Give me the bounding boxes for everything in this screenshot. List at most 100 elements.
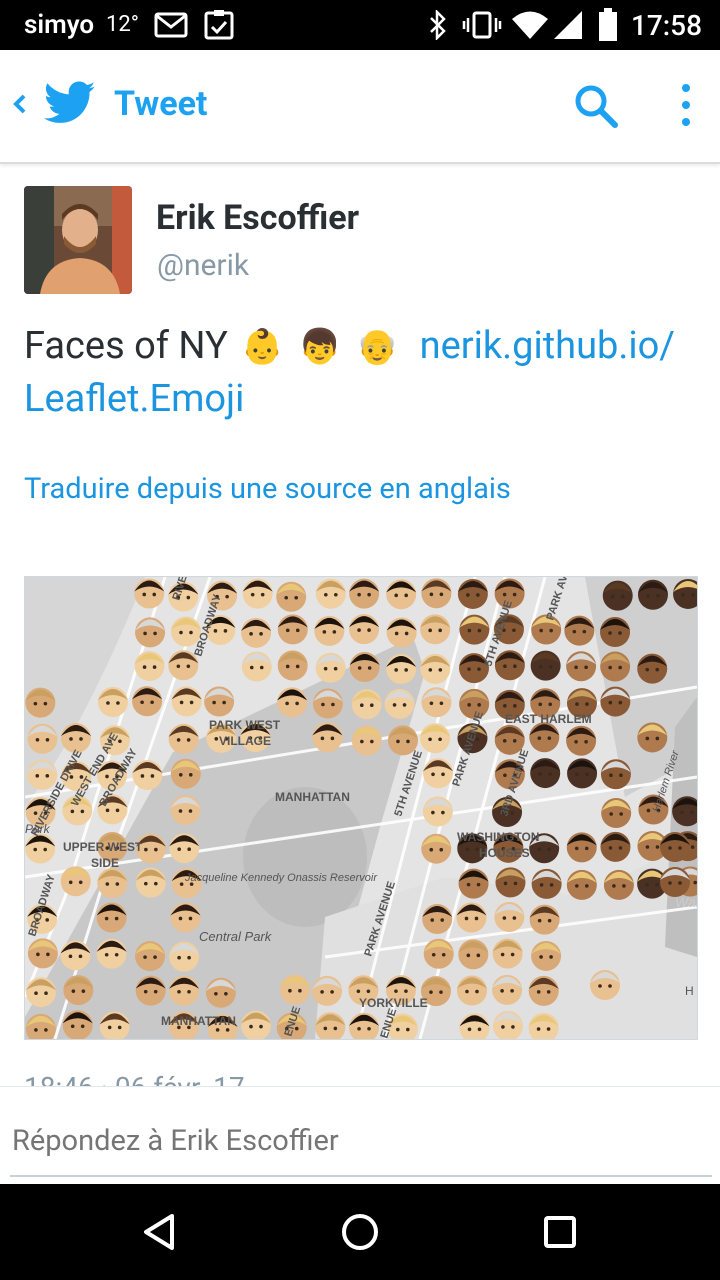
map-label-park-west: PARK WEST (209, 718, 281, 732)
emoji-face-marker (637, 579, 668, 610)
emoji-face-marker (600, 651, 631, 682)
tweet-text-prefix: Faces of NY (24, 324, 228, 368)
emoji-face-marker (351, 725, 382, 756)
back-icon[interactable] (8, 84, 30, 124)
older-man-emoji: 👴 (356, 327, 399, 367)
emoji-face-marker (135, 867, 166, 898)
emoji-face-marker (315, 652, 346, 683)
emoji-face-marker (279, 974, 310, 1005)
reply-input[interactable] (10, 1107, 712, 1177)
tweet-media-map[interactable]: PARK WEST VILLAGE MANHATTAN EAST HARLEM … (24, 576, 698, 1040)
emoji-face-marker (96, 902, 127, 933)
emoji-face-marker (349, 578, 380, 609)
signal-icon (554, 11, 582, 39)
emoji-face-marker (312, 975, 343, 1006)
more-options-icon[interactable] (670, 80, 702, 132)
recents-square-icon[interactable] (538, 1210, 582, 1254)
emoji-face-marker (423, 758, 454, 789)
translate-link[interactable]: Traduire depuis une source en anglais (24, 472, 511, 506)
emoji-face-marker (421, 687, 452, 718)
home-circle-icon[interactable] (338, 1210, 382, 1254)
tweet-text: Faces of NY 👶 👦 👴 nerik.github.io/Leafle… (24, 320, 704, 425)
emoji-face-marker (170, 902, 201, 933)
emoji-face-marker (169, 941, 200, 972)
emoji-face-marker (135, 617, 166, 648)
emoji-face-marker (97, 687, 128, 718)
map-label-yorkville: YORKVILLE (359, 996, 428, 1010)
map-label-h: H (685, 984, 694, 998)
tweet-timestamp: 18:46 · 06 févr. 17 (24, 1071, 245, 1088)
emoji-face-marker (420, 723, 451, 754)
carrier-name: simyo (24, 10, 95, 40)
map-label-houses: HOUSES (479, 846, 530, 860)
emoji-face-marker (60, 722, 91, 753)
avatar[interactable] (24, 186, 132, 294)
baby-emoji: 👶 (241, 327, 284, 367)
emoji-face-marker (135, 975, 166, 1006)
clipboard-icon (204, 10, 234, 40)
emoji-face-marker (529, 904, 560, 935)
emoji-face-marker (204, 686, 235, 717)
temperature: 12° (106, 12, 139, 37)
emoji-face-marker (529, 722, 560, 753)
emoji-face-marker (134, 651, 165, 682)
emoji-face-marker (602, 580, 633, 611)
status-bar: simyo 12° 17:58 (0, 0, 720, 50)
emoji-face-marker (531, 868, 562, 899)
map-label-central-park: Central Park (199, 929, 273, 944)
emoji-face-marker (312, 722, 343, 753)
emoji-face-marker (97, 868, 128, 899)
emoji-face-marker (27, 723, 58, 754)
emoji-face-marker (241, 617, 272, 648)
emoji-face-marker (422, 796, 453, 827)
author-name[interactable]: Erik Escoffier (156, 198, 359, 238)
emoji-face-marker (530, 650, 561, 681)
emoji-face-marker (351, 689, 382, 720)
emoji-face-marker (422, 904, 453, 935)
emoji-face-marker (492, 974, 523, 1005)
emoji-face-marker (528, 975, 559, 1006)
emoji-face-marker (566, 651, 597, 682)
emoji-face-marker (567, 758, 598, 789)
emoji-face-marker (169, 833, 200, 864)
emoji-face-marker (660, 867, 690, 897)
map-label-washington: WASHINGTON (457, 830, 539, 844)
emoji-face-marker (494, 902, 525, 933)
emoji-face-marker (60, 940, 91, 971)
system-nav-bar (0, 1184, 720, 1280)
emoji-face-marker (603, 869, 634, 900)
reply-bar (0, 1086, 720, 1185)
author-handle[interactable]: @nerik (157, 248, 249, 283)
search-icon[interactable] (570, 80, 622, 132)
page-title: Tweet (114, 84, 208, 124)
wifi-icon (512, 11, 548, 39)
emoji-face-marker (492, 938, 523, 969)
tweet-link-part2[interactable]: Leaflet.Emoji (24, 377, 244, 421)
emoji-face-marker (566, 869, 597, 900)
emoji-face-marker (386, 653, 417, 684)
emoji-face-marker (27, 759, 58, 790)
emoji-face-marker (171, 686, 202, 717)
emoji-face-marker (25, 687, 56, 718)
vibrate-icon (462, 11, 502, 39)
twitter-bird-icon[interactable] (44, 80, 96, 126)
emoji-face-marker (637, 653, 668, 684)
emoji-face-marker (277, 614, 308, 645)
app-bar: Tweet (0, 50, 720, 164)
emoji-face-marker (457, 578, 488, 609)
tweet-link-part1[interactable]: nerik.github.io/ (420, 324, 675, 368)
emoji-face-marker (637, 722, 668, 753)
emoji-face-marker (590, 970, 620, 1000)
emoji-face-marker (564, 615, 595, 646)
emoji-face-marker (60, 866, 91, 897)
map-label-ward: Ward (675, 894, 697, 910)
emoji-face-marker (63, 975, 94, 1006)
emoji-face-marker (601, 797, 632, 828)
emoji-face-marker (205, 977, 236, 1008)
emoji-face-marker (276, 581, 307, 612)
emoji-face-marker (312, 688, 343, 719)
back-triangle-icon[interactable] (138, 1210, 182, 1254)
map-label-manhattan-top: MANHATTAN (275, 790, 350, 804)
emoji-face-marker (600, 686, 631, 717)
emoji-face-marker (170, 794, 201, 825)
